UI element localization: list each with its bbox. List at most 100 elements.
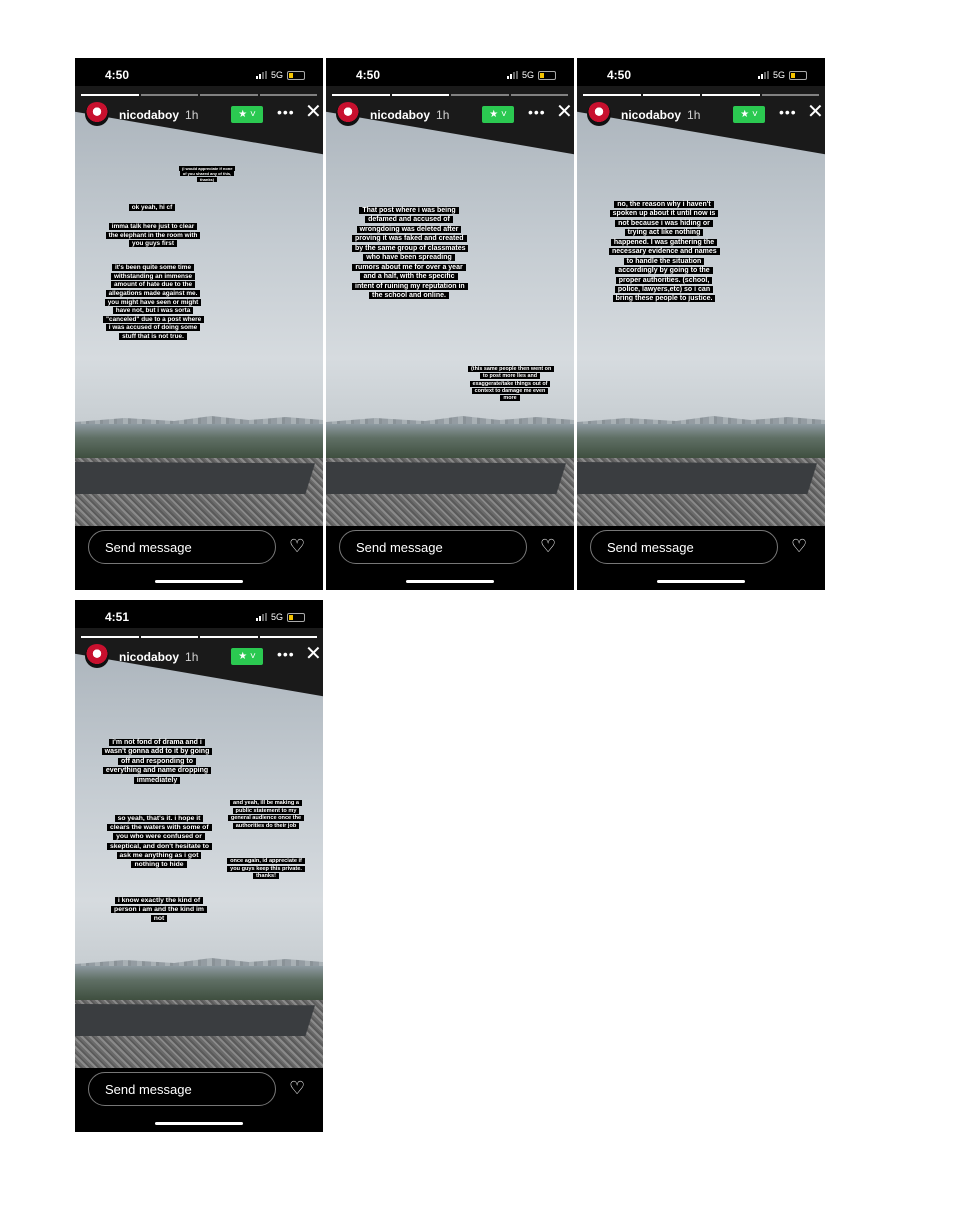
story-text: (this same people then went on to post m… xyxy=(468,366,555,402)
story-text: i know exactly the kind of person i am a… xyxy=(107,896,211,924)
story-text: it's been quite some time withstanding a… xyxy=(103,264,205,342)
heart-icon[interactable]: ♡ xyxy=(289,536,305,557)
story-age: 1h xyxy=(687,108,701,122)
username-link[interactable]: nicodaboy 1h xyxy=(370,108,449,122)
progress-segment xyxy=(391,94,449,96)
progress-segment xyxy=(332,94,390,96)
progress-segment xyxy=(81,636,139,638)
status-bar: 4:50 5G xyxy=(75,58,323,92)
username-link[interactable]: nicodaboy 1h xyxy=(119,108,198,122)
clock: 4:51 xyxy=(105,610,130,624)
progress-segment xyxy=(259,94,317,96)
battery-icon xyxy=(287,70,305,80)
story-background-photo[interactable] xyxy=(577,86,825,526)
home-indicator xyxy=(155,1122,243,1125)
home-indicator xyxy=(406,580,494,583)
story-text: so yeah, that's it. i hope it clears the… xyxy=(107,814,213,869)
more-options-icon[interactable]: ••• xyxy=(277,646,295,662)
signal-icon xyxy=(757,71,769,79)
close-icon[interactable]: ✕ xyxy=(807,102,824,122)
progress-segment xyxy=(702,94,760,96)
story-progress-bar xyxy=(583,94,819,96)
more-options-icon[interactable]: ••• xyxy=(779,104,797,120)
username-link[interactable]: nicodaboy 1h xyxy=(621,108,700,122)
avatar[interactable] xyxy=(587,102,611,126)
story-text: (i would appreciate if none of you share… xyxy=(179,166,236,182)
more-options-icon[interactable]: ••• xyxy=(277,104,295,120)
username: nicodaboy xyxy=(119,650,180,664)
close-friends-badge[interactable]: ★ ˅ xyxy=(231,648,263,665)
signal-icon xyxy=(255,71,267,79)
story-footer: Send message ♡ xyxy=(75,1072,323,1132)
more-options-icon[interactable]: ••• xyxy=(528,104,546,120)
signal-icon xyxy=(255,613,267,621)
battery-icon xyxy=(789,70,807,80)
progress-segment xyxy=(200,636,258,638)
clock: 4:50 xyxy=(356,68,381,82)
close-icon[interactable]: ✕ xyxy=(556,102,573,122)
send-message-input[interactable]: Send message xyxy=(590,530,778,564)
story-screen-1: 4:50 5G nicodaboy 1h ★ ˅ ••• ✕ (i would a… xyxy=(75,58,323,590)
heart-icon[interactable]: ♡ xyxy=(289,1078,305,1099)
story-text: once again, id appreciate if you guys ke… xyxy=(227,858,305,881)
story-footer: Send message ♡ xyxy=(75,530,323,590)
status-bar: 4:51 5G xyxy=(75,600,323,634)
avatar[interactable] xyxy=(85,644,109,668)
progress-segment xyxy=(200,94,258,96)
progress-segment xyxy=(140,636,198,638)
network-label: 5G xyxy=(521,70,534,80)
network-label: 5G xyxy=(270,70,283,80)
signal-icon xyxy=(506,71,518,79)
clock: 4:50 xyxy=(105,68,130,82)
story-progress-bar xyxy=(81,94,317,96)
heart-icon[interactable]: ♡ xyxy=(540,536,556,557)
story-text: ok yeah, hi cf xyxy=(119,204,185,213)
progress-segment xyxy=(140,94,198,96)
story-progress-bar xyxy=(332,94,568,96)
close-friends-badge[interactable]: ★ ˅ xyxy=(482,106,514,123)
progress-segment xyxy=(510,94,568,96)
avatar[interactable] xyxy=(336,102,360,126)
status-bar: 4:50 5G xyxy=(577,58,825,92)
home-indicator xyxy=(155,580,243,583)
send-message-input[interactable]: Send message xyxy=(339,530,527,564)
story-header: nicodaboy 1h ★ ˅ ••• ✕ xyxy=(85,102,322,128)
close-icon[interactable]: ✕ xyxy=(305,644,322,664)
progress-segment xyxy=(761,94,819,96)
story-header: nicodaboy 1h ★ ˅ ••• ✕ xyxy=(336,102,573,128)
story-age: 1h xyxy=(185,108,199,122)
network-label: 5G xyxy=(270,612,283,622)
story-text: and yeah, ill be making a public stateme… xyxy=(225,800,307,830)
story-screen-2: 4:50 5G nicodaboy 1h ★ ˅ ••• ✕ That post … xyxy=(326,58,574,590)
story-screen-3: 4:50 5G nicodaboy 1h ★ ˅ ••• ✕ no, the re… xyxy=(577,58,825,590)
heart-icon[interactable]: ♡ xyxy=(791,536,807,557)
story-age: 1h xyxy=(436,108,450,122)
battery-icon xyxy=(538,70,556,80)
home-indicator xyxy=(657,580,745,583)
story-text: no, the reason why i haven't spoken up a… xyxy=(609,200,720,304)
progress-segment xyxy=(81,94,139,96)
story-screen-4: 4:51 5G nicodaboy 1h ★ ˅ ••• ✕ i'm not fo… xyxy=(75,600,323,1132)
username-link[interactable]: nicodaboy 1h xyxy=(119,650,198,664)
username: nicodaboy xyxy=(119,108,180,122)
progress-segment xyxy=(259,636,317,638)
story-header: nicodaboy 1h ★ ˅ ••• ✕ xyxy=(587,102,824,128)
progress-segment xyxy=(451,94,509,96)
avatar[interactable] xyxy=(85,102,109,126)
progress-segment xyxy=(642,94,700,96)
close-icon[interactable]: ✕ xyxy=(305,102,322,122)
clock: 4:50 xyxy=(607,68,632,82)
story-text: That post where i was being defamed and … xyxy=(352,206,469,300)
progress-segment xyxy=(583,94,641,96)
story-text: imma talk here just to clear the elephan… xyxy=(105,223,201,249)
close-friends-badge[interactable]: ★ ˅ xyxy=(231,106,263,123)
send-message-input[interactable]: Send message xyxy=(88,1072,276,1106)
story-background-photo[interactable] xyxy=(326,86,574,526)
status-bar: 4:50 5G xyxy=(326,58,574,92)
network-label: 5G xyxy=(772,70,785,80)
close-friends-badge[interactable]: ★ ˅ xyxy=(733,106,765,123)
story-footer: Send message ♡ xyxy=(326,530,574,590)
send-message-input[interactable]: Send message xyxy=(88,530,276,564)
story-header: nicodaboy 1h ★ ˅ ••• ✕ xyxy=(85,644,322,670)
username: nicodaboy xyxy=(370,108,431,122)
